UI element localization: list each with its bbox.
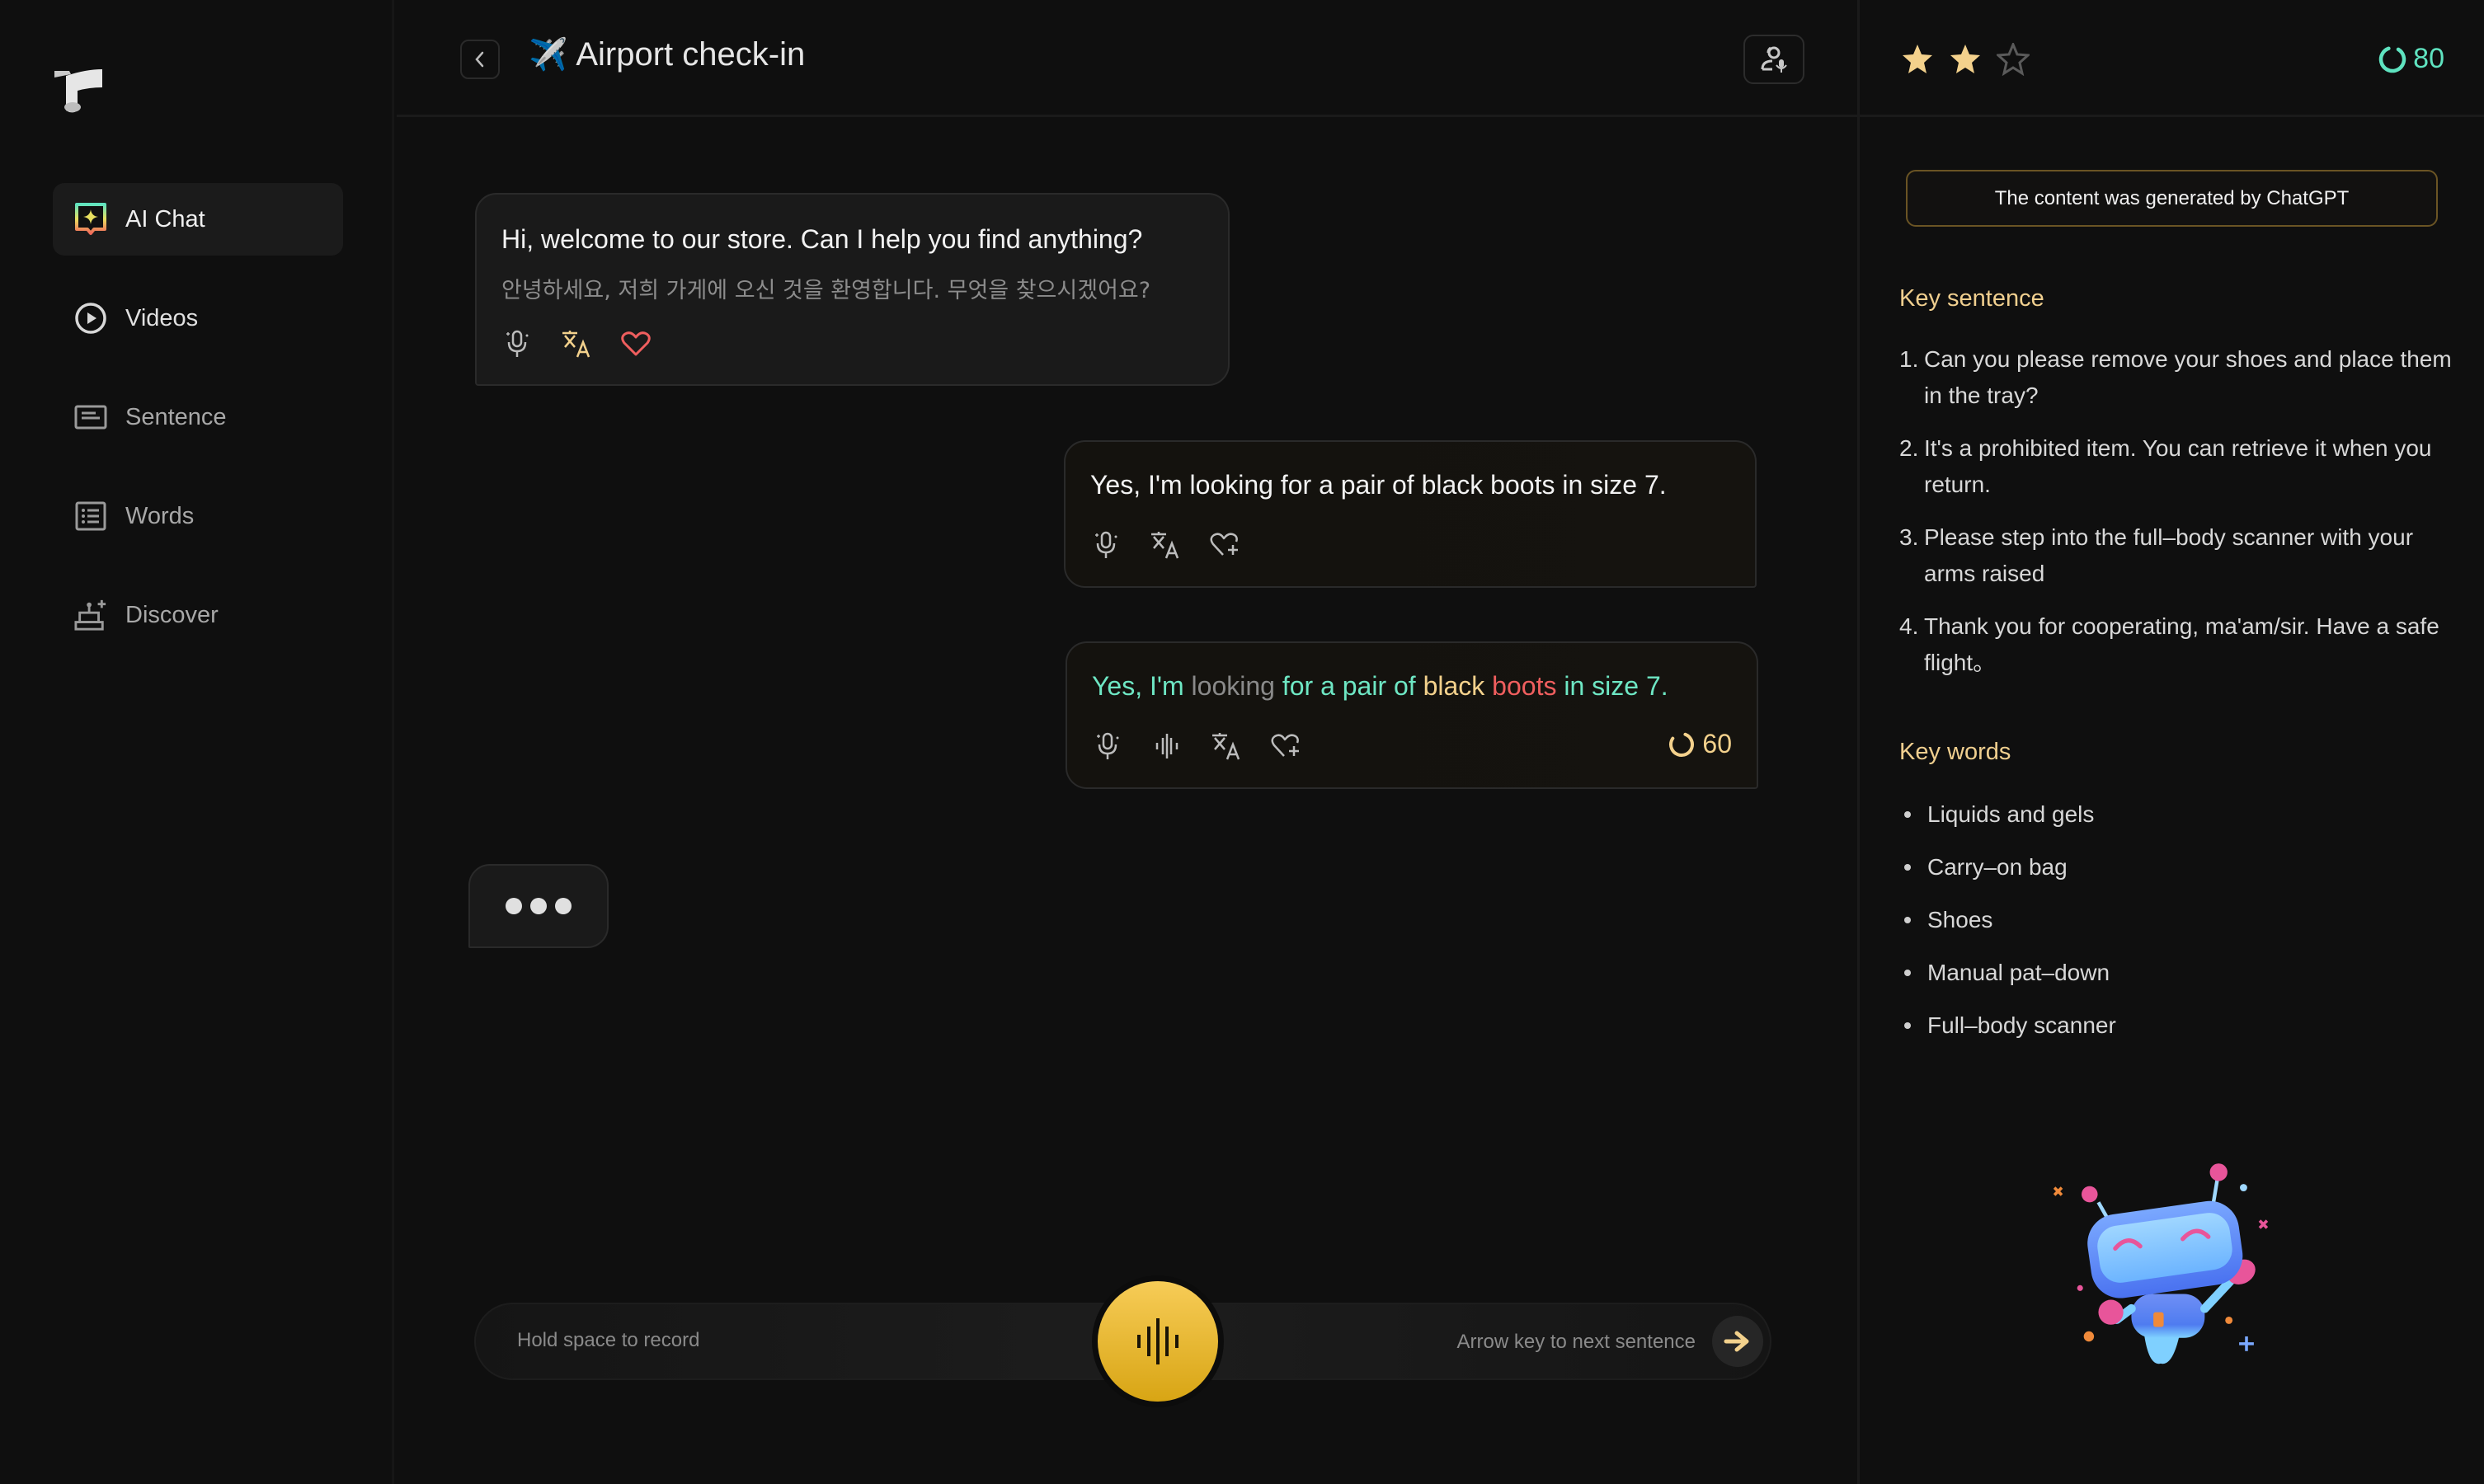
key-sentence-item[interactable]: 3. Please step into the full–body scanner… [1899, 519, 2452, 592]
play-circle-icon [74, 302, 107, 335]
sidebar-item-discover[interactable]: Discover [53, 579, 343, 651]
message-actions [501, 328, 680, 359]
airplane-icon: ✈️ [529, 37, 568, 73]
word-list-icon [74, 500, 107, 533]
typing-dot [506, 898, 522, 914]
role-voice-button[interactable] [1743, 35, 1804, 84]
app-logo[interactable] [53, 68, 104, 115]
translate-icon[interactable] [561, 328, 592, 359]
chat-header: ✈️ Airport check-in [397, 0, 1857, 117]
heart-icon[interactable] [620, 328, 652, 359]
page-title-text: Airport check-in [576, 36, 806, 73]
sidebar-item-label: Words [125, 502, 195, 529]
key-sentence-list: 1. Can you please remove your shoes and p… [1899, 341, 2452, 697]
voice-mic-icon[interactable] [1092, 730, 1123, 762]
translate-icon[interactable] [1211, 730, 1242, 762]
total-score: 80 [2377, 43, 2444, 75]
graded-word: looking [1191, 671, 1275, 701]
sidebar-item-label: Discover [125, 601, 219, 628]
record-button[interactable] [1092, 1275, 1224, 1407]
bullet-icon [1904, 1022, 1911, 1029]
ai-chat-icon [74, 203, 107, 236]
record-hint: Hold space to record [517, 1329, 700, 1351]
key-word-item[interactable]: Carry–on bag [1899, 849, 2116, 885]
message-text[interactable]: Hi, welcome to our store. Can I help you… [501, 224, 1142, 255]
typing-indicator [468, 864, 609, 948]
star-filled-icon [1950, 45, 1980, 73]
key-sentence-item[interactable]: 1. Can you please remove your shoes and p… [1899, 341, 2452, 414]
heart-add-icon[interactable] [1209, 529, 1240, 561]
next-sentence-button[interactable] [1712, 1316, 1763, 1367]
page-title: ✈️ Airport check-in [529, 36, 805, 73]
score-ring-icon [2378, 45, 2406, 73]
score-ring-icon [1669, 731, 1695, 757]
star-rating [1901, 43, 2030, 76]
typing-dot [530, 898, 547, 914]
star-filled-icon [1903, 45, 1932, 73]
role-voice-icon [1761, 46, 1787, 73]
next-sentence-hint: Arrow key to next sentence [1456, 1331, 1696, 1353]
chat-message-user: Yes, I'm looking for a pair of black boo… [1064, 440, 1757, 588]
sentence-card-icon [74, 401, 107, 434]
heart-add-icon[interactable] [1270, 730, 1301, 762]
voice-mic-icon[interactable] [501, 328, 533, 359]
graded-word: black [1423, 671, 1485, 701]
bullet-icon [1904, 970, 1911, 976]
chatgpt-notice: The content was generated by ChatGPT [1906, 170, 2438, 227]
graded-word: in size 7. [1564, 671, 1668, 701]
chevron-left-icon [475, 51, 484, 68]
sentence-score: 60 [1668, 729, 1732, 759]
sentence-score-value: 60 [1702, 729, 1732, 758]
key-words-list: Liquids and gels Carry–on bag Shoes Manu… [1899, 796, 2116, 1060]
graded-word: boots [1492, 671, 1557, 701]
key-word-item[interactable]: Liquids and gels [1899, 796, 2116, 833]
discover-icon [74, 599, 107, 632]
bullet-icon [1904, 811, 1911, 818]
key-sentence-item[interactable]: 2. It's a prohibited item. You can retrie… [1899, 430, 2452, 503]
arrow-right-icon [1724, 1331, 1749, 1352]
key-word-item[interactable]: Shoes [1899, 902, 2116, 938]
star-empty-icon [1997, 43, 2030, 76]
robot-mascot [2029, 1138, 2293, 1377]
sidebar-item-words[interactable]: Words [53, 480, 343, 552]
sidebar-item-sentence[interactable]: Sentence [53, 381, 343, 453]
graded-message-text[interactable]: Yes, I'm looking for a pair of black boo… [1092, 671, 1668, 702]
message-translation: 안녕하세요, 저희 가게에 오신 것을 환영합니다. 무엇을 찾으시겠어요? [501, 278, 1151, 303]
sidebar-item-label: AI Chat [125, 205, 205, 232]
message-actions [1092, 730, 1329, 762]
right-panel-header: 80 [1860, 0, 2484, 117]
message-actions [1090, 529, 1268, 561]
voice-mic-icon[interactable] [1090, 529, 1122, 561]
chat-message-ai: Hi, welcome to our store. Can I help you… [475, 193, 1230, 386]
bullet-icon [1904, 864, 1911, 871]
key-sentence-title: Key sentence [1899, 285, 2044, 312]
sidebar-nav: AI Chat Videos Sentence Words Discover [53, 183, 343, 678]
chat-message-user-graded: Yes, I'm looking for a pair of black boo… [1066, 641, 1758, 789]
sidebar: AI Chat Videos Sentence Words Discover [0, 0, 394, 1484]
message-text[interactable]: Yes, I'm looking for a pair of black boo… [1090, 470, 1667, 500]
chat-main: ✈️ Airport check-in Hi, welcome to our s… [397, 0, 1857, 1484]
waveform-icon [1137, 1318, 1178, 1364]
key-word-item[interactable]: Manual pat–down [1899, 955, 2116, 991]
key-word-item[interactable]: Full–body scanner [1899, 1007, 2116, 1044]
sidebar-item-label: Sentence [125, 403, 227, 430]
back-button[interactable] [460, 40, 500, 79]
sidebar-item-ai-chat[interactable]: AI Chat [53, 183, 343, 256]
graded-word: Yes, I'm [1092, 671, 1184, 701]
key-sentence-item[interactable]: 4. Thank you for cooperating, ma'am/sir. … [1899, 608, 2452, 681]
translate-icon[interactable] [1150, 529, 1181, 561]
sidebar-item-videos[interactable]: Videos [53, 282, 343, 355]
waveform-icon[interactable] [1151, 730, 1183, 762]
total-score-value: 80 [2413, 43, 2444, 74]
typing-dot [555, 898, 572, 914]
key-words-title: Key words [1899, 739, 2011, 765]
graded-word: for a pair of [1282, 671, 1416, 701]
bullet-icon [1904, 917, 1911, 923]
sidebar-item-label: Videos [125, 304, 199, 331]
